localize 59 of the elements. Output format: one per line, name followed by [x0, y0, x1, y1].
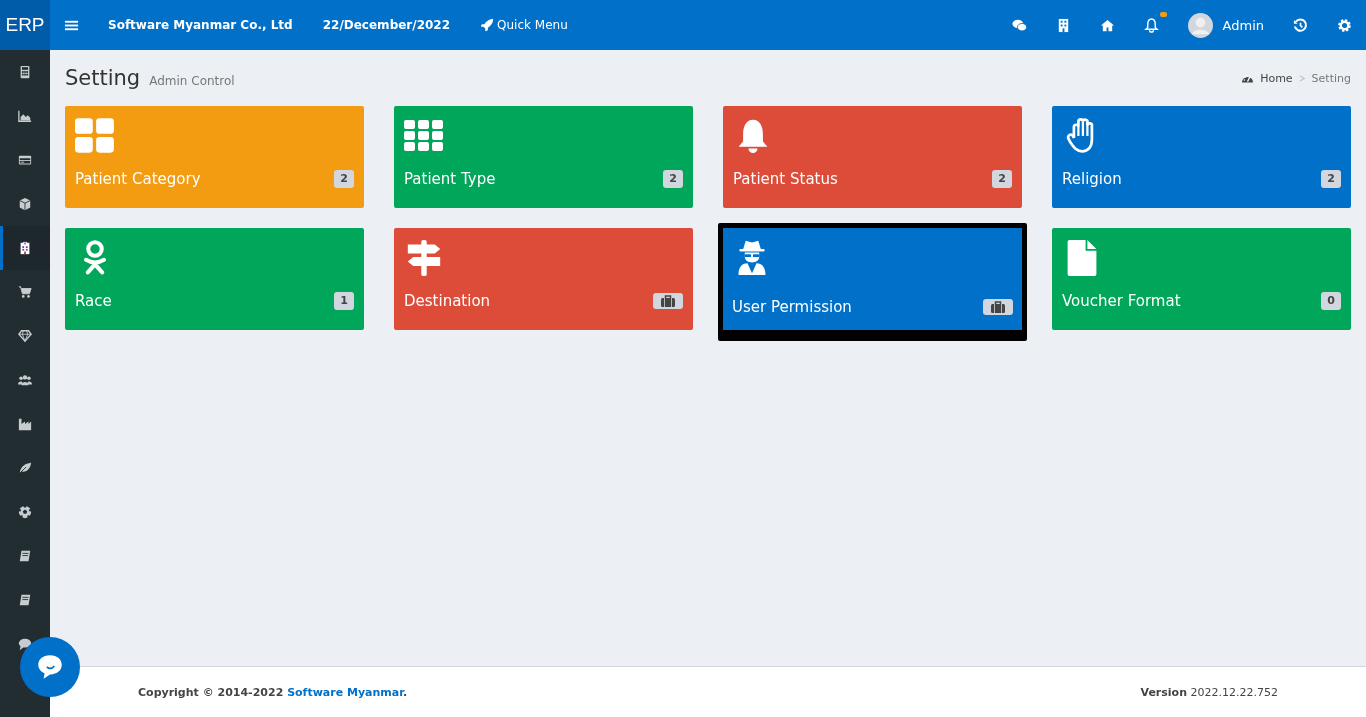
tile-label: Voucher Format — [1062, 292, 1181, 310]
count-badge: 1 — [334, 292, 354, 310]
tile-label: Destination — [404, 292, 491, 310]
breadcrumb-link[interactable]: Home — [1260, 71, 1293, 85]
dashboard-icon — [1241, 72, 1255, 84]
cube-icon — [18, 197, 32, 211]
copyright-text: Copyright © 2014-2022 Software Myanmar. — [138, 685, 408, 699]
diamond-icon — [18, 329, 32, 343]
settings-tile[interactable]: Destination — [394, 228, 693, 330]
briefcase-badge — [653, 293, 683, 309]
company-name: Software Myanmar Co., Ltd — [108, 18, 293, 32]
count-badge: 2 — [1321, 170, 1341, 188]
calculator-icon — [18, 65, 32, 79]
briefcase-badge — [983, 299, 1013, 315]
current-date: 22/December/2022 — [322, 18, 451, 32]
avatar-icon — [1187, 12, 1213, 38]
book-icon — [18, 549, 32, 563]
chat-icon[interactable] — [1011, 17, 1027, 33]
tile-label: Patient Status — [733, 170, 838, 188]
breadcrumb-link[interactable]: Setting — [1311, 71, 1351, 85]
area-chart-icon — [18, 109, 32, 123]
rocket-icon — [480, 18, 495, 32]
version-text: Version 2022.12.22.752 — [1140, 685, 1278, 699]
settings-tile[interactable]: Patient Status 2 — [723, 106, 1022, 208]
settings-tile[interactable]: Voucher Format 0 — [1052, 228, 1351, 330]
settings-tile[interactable]: User Permission — [718, 223, 1027, 341]
settings-tile[interactable]: Race 1 — [65, 228, 364, 330]
history-icon[interactable] — [1293, 17, 1308, 33]
sidebar-item[interactable] — [0, 226, 50, 270]
grid-icon — [75, 118, 115, 154]
count-badge: 2 — [334, 170, 354, 188]
grid-icon — [404, 118, 444, 154]
cart-icon — [18, 285, 32, 299]
settings-tile[interactable]: Patient Type 2 — [394, 106, 693, 208]
page-title: Setting — [65, 66, 141, 90]
factory-icon — [18, 417, 32, 431]
settings-tile[interactable]: Religion 2 — [1052, 106, 1351, 208]
user-menu[interactable]: Admin — [1187, 12, 1264, 38]
tile-label: Religion — [1062, 170, 1122, 188]
page-subtitle: Admin Control — [149, 74, 235, 88]
home-icon[interactable] — [1099, 17, 1115, 33]
count-badge: 2 — [663, 170, 683, 188]
book-icon — [18, 593, 32, 607]
tile-label: User Permission — [732, 298, 852, 316]
credit-card-icon — [18, 153, 32, 167]
count-badge: 2 — [992, 170, 1012, 188]
settings-icon[interactable] — [1337, 17, 1352, 33]
tile-label: Patient Category — [75, 170, 201, 188]
users-icon — [18, 373, 32, 387]
settings-tile[interactable]: Patient Category 2 — [65, 106, 364, 208]
tile-label: Patient Type — [404, 170, 496, 188]
leaf-icon — [18, 461, 32, 475]
speech-bubble-icon — [18, 637, 32, 651]
bell-icon[interactable] — [1143, 17, 1159, 33]
quick-menu-link[interactable]: Quick Menu — [480, 18, 568, 32]
brand-logo[interactable]: ERP — [0, 0, 50, 50]
tile-label: Race — [75, 292, 112, 310]
count-badge: 0 — [1321, 292, 1341, 310]
hospital-icon — [18, 241, 32, 255]
